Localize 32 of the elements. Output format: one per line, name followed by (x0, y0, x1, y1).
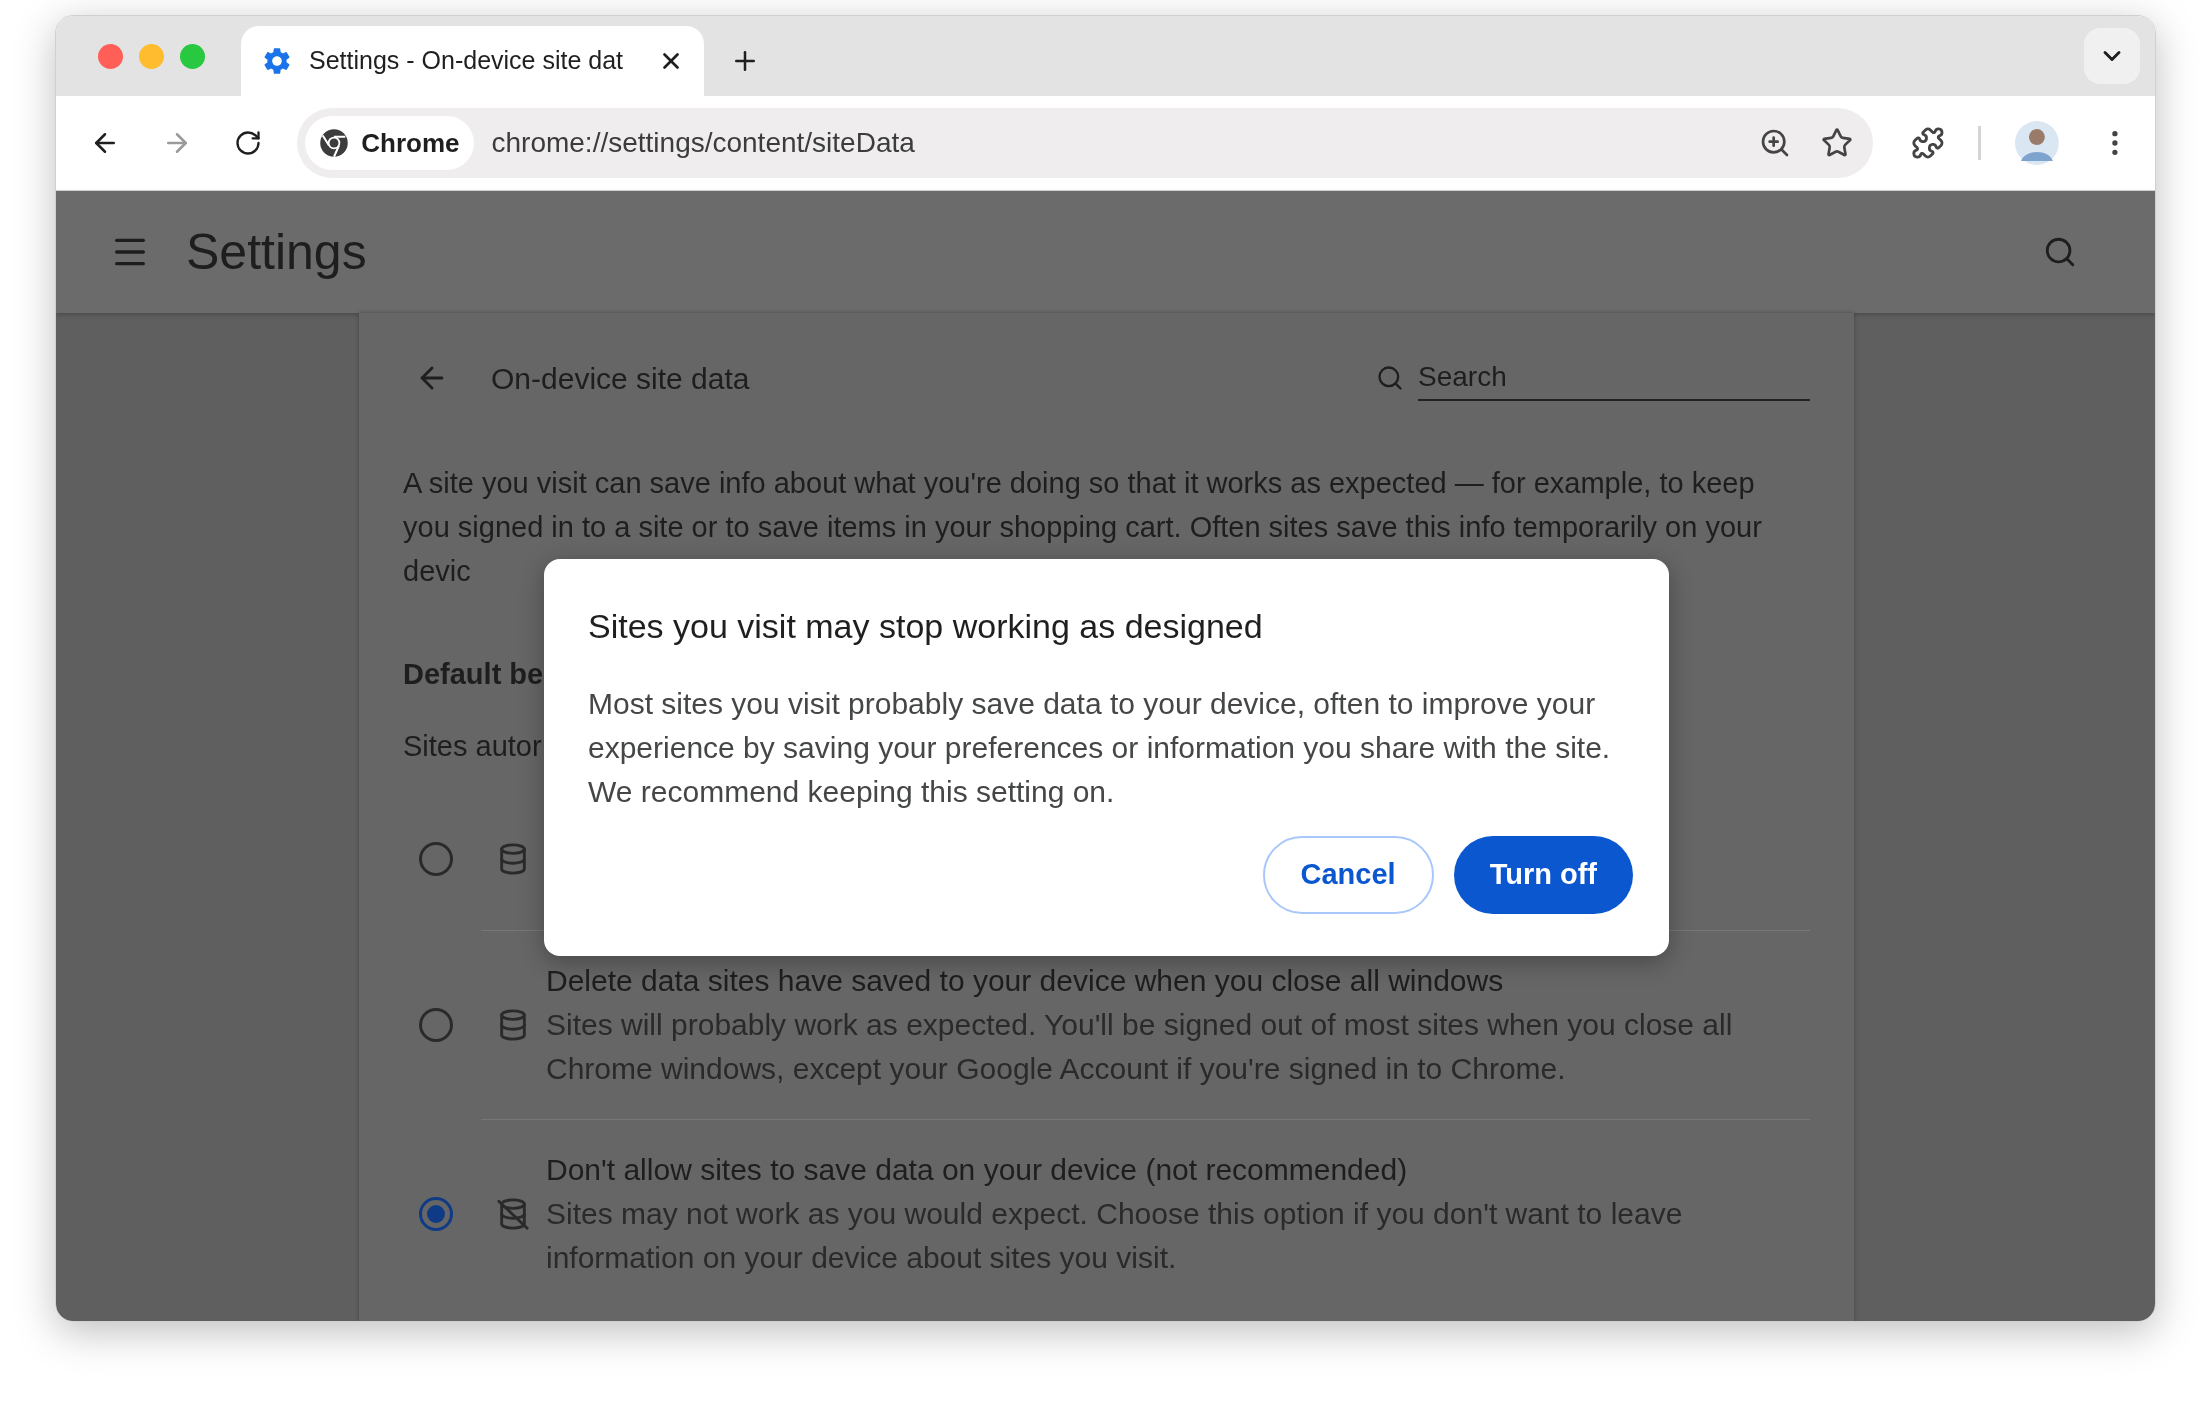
cancel-button[interactable]: Cancel (1262, 836, 1434, 914)
close-window-button[interactable] (98, 43, 123, 69)
tab-search-button[interactable] (2084, 28, 2140, 84)
tab-title: Settings - On-device site dat (309, 45, 625, 77)
page-title: On-device site data (491, 360, 750, 397)
bookmark-star-icon[interactable] (1820, 127, 1853, 159)
maximize-window-button[interactable] (180, 43, 205, 69)
search-icon (1376, 364, 1404, 392)
chrome-logo-icon (319, 128, 350, 158)
url-text: chrome://settings/content/siteData (491, 126, 916, 160)
database-crossed-icon (496, 1197, 530, 1231)
radio-button[interactable] (419, 842, 453, 876)
option-description: Sites may not work as you would expect. Choose this option if you don't want to leave information on your device about sites you visit. (546, 1196, 1684, 1276)
settings-title: Settings (186, 222, 367, 282)
description-text: A site you visit can save info about what you're doing so that it works as expected — for example, to keep you signed in to a site or to save items in your shopping cart. Often sites save this info temporarily on your devic (403, 466, 1763, 589)
avatar-icon[interactable] (2015, 121, 2060, 165)
search-icon[interactable] (2043, 235, 2077, 269)
dialog-body: Most sites you visit probably save data to your device, often to improve your experience by saving your preferences or information you share with the site. We recommend keeping this setting on. (588, 686, 1612, 810)
section-heading: Default be (403, 657, 544, 692)
extensions-icon[interactable] (1910, 126, 1945, 160)
section-text: Sites autor (403, 728, 542, 764)
browser-tab[interactable]: Settings - On-device site dat (241, 26, 704, 96)
radio-button[interactable] (419, 1008, 453, 1042)
turn-off-button[interactable]: Turn off (1453, 836, 1633, 914)
site-chip[interactable]: Chrome (305, 116, 474, 170)
option-description: Sites will probably work as expected. You'll be signed out of most sites when you close all Chrome windows, except your Google Account if you're signed in to Chrome. (546, 1007, 1734, 1087)
radio-button[interactable] (419, 1197, 453, 1231)
address-bar[interactable]: Chrome chrome://settings/content/siteData (297, 108, 1873, 178)
option-title: Delete data sites have saved to your device when you close all windows (546, 963, 1505, 999)
option-title: Don't allow sites to save data on your device (not recommended) (546, 1152, 1409, 1188)
reload-icon (234, 129, 263, 157)
dialog-title: Sites you visit may stop working as designed (588, 606, 1264, 647)
